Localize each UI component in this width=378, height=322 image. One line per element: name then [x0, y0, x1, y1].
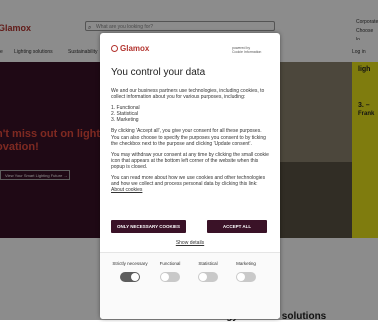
purpose-list: 1. Functional 2. Statistical 3. Marketin…: [111, 105, 269, 123]
dialog-title: You control your data: [111, 67, 206, 78]
toggle-knob: [131, 273, 139, 281]
show-details-link[interactable]: Show details: [100, 240, 280, 246]
toggle-statistical: Statistical: [188, 261, 228, 287]
toggle-switch[interactable]: [160, 272, 180, 282]
purpose-item: 3. Marketing: [111, 117, 139, 124]
toggle-label: Functional: [159, 261, 181, 266]
dialog-logo-text: Glamox: [120, 44, 150, 53]
only-necessary-button[interactable]: ONLY NECESSARY COOKIES: [111, 220, 186, 233]
toggle-functional: Functional: [150, 261, 190, 287]
accept-explanation: By clicking 'Accept all', you give your …: [111, 128, 266, 147]
toggle-label: Statistical: [198, 261, 218, 266]
powered-by-line2: Cookie Information: [232, 50, 262, 54]
toggle-label: Marketing: [236, 261, 256, 266]
dialog-logo: Glamox: [111, 44, 149, 53]
withdraw-explanation: You may withdraw your consent at any tim…: [111, 151, 269, 170]
read-more-text: You can read more about how we use cooki…: [111, 175, 269, 193]
toggle-strictly-necessary: Strictly necessary: [110, 261, 150, 287]
toggle-knob: [199, 273, 207, 281]
powered-by-badge: powered by Cookie Information: [232, 46, 261, 54]
cookie-consent-dialog: Glamox powered by Cookie Information You…: [100, 33, 280, 319]
read-more-label: You can read more about how we use cooki…: [111, 175, 266, 188]
intro-text: We and our business partners use technol…: [111, 88, 265, 101]
toggle-switch[interactable]: [120, 272, 140, 282]
glamox-logo-icon: [111, 45, 118, 52]
about-cookies-link[interactable]: About cookies: [111, 187, 142, 193]
accept-all-button[interactable]: ACCEPT ALL: [207, 220, 267, 233]
toggle-knob: [237, 273, 245, 281]
toggle-label: Strictly necessary: [112, 261, 148, 266]
toggle-knob: [161, 273, 169, 281]
dialog-body: We and our business partners use technol…: [111, 88, 269, 198]
toggle-switch[interactable]: [236, 272, 256, 282]
consent-toggles: Strictly necessary Functional Statistica…: [100, 252, 280, 319]
toggle-marketing: Marketing: [226, 261, 266, 287]
toggle-switch[interactable]: [198, 272, 218, 282]
